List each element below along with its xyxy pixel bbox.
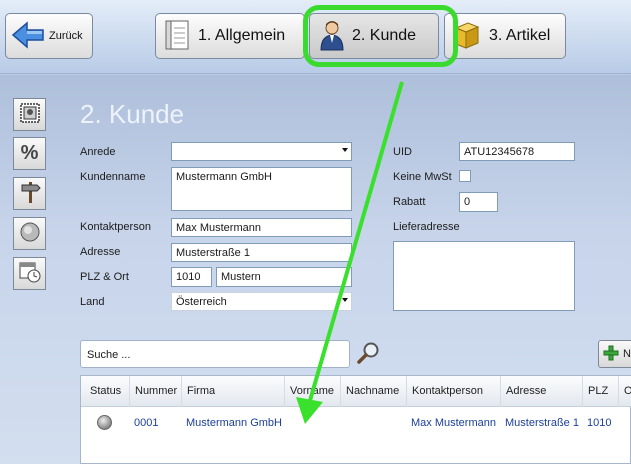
anrede-select[interactable]: [171, 142, 352, 161]
new-button-label: N: [623, 348, 631, 360]
column-header-nachname[interactable]: Nachname: [340, 376, 406, 407]
document-icon: [164, 19, 190, 54]
search-input[interactable]: Suche ...: [80, 340, 350, 368]
sidebar-stamp-button[interactable]: [13, 98, 46, 131]
anrede-label: Anrede: [80, 146, 116, 158]
plus-icon: [603, 345, 619, 364]
back-button-label: Zurück: [49, 30, 83, 42]
cell-nachname: [340, 408, 345, 438]
uid-label: UID: [393, 146, 412, 158]
kontaktperson-value: Max Mustermann: [176, 222, 261, 234]
cell-firma: Mustermann GmbH: [186, 417, 282, 429]
cell-ort: [618, 408, 623, 438]
tab-allgemein[interactable]: 1. Allgemein: [155, 13, 305, 59]
kundenname-label: Kundenname: [80, 171, 146, 183]
rabatt-value: 0: [464, 196, 471, 208]
table-header: Status Nummer Firma Vorname Nachname Kon…: [81, 376, 631, 407]
uid-value: ATU12345678: [464, 146, 535, 158]
sidebar-signpost-button[interactable]: [13, 177, 46, 210]
plz-field[interactable]: 1010: [171, 267, 212, 287]
main-panel: % 2. Kunde Anrede Kundenname Mustermann …: [0, 75, 631, 464]
column-header-plz[interactable]: PLZ: [582, 376, 618, 407]
column-header-ort[interactable]: O: [618, 376, 631, 407]
sidebar-calendar-clock-button[interactable]: [13, 257, 46, 290]
cell-adresse: Musterstraße 1: [505, 417, 579, 429]
active-tab-highlight: [303, 5, 458, 67]
table-row[interactable]: 0001 Mustermann GmbH Max Mustermann Must…: [81, 408, 631, 438]
plz-ort-label: PLZ & Ort: [80, 271, 129, 283]
land-value: Österreich: [176, 296, 227, 308]
lieferadresse-label: Lieferadresse: [393, 221, 460, 233]
sidebar-percent-button[interactable]: %: [13, 137, 46, 170]
globe-icon: [19, 221, 41, 246]
chevron-down-icon: [342, 148, 348, 152]
signpost-icon: [19, 180, 41, 207]
tab-allgemein-label: 1. Allgemein: [198, 27, 286, 44]
search-icon[interactable]: [356, 341, 382, 368]
rabatt-label: Rabatt: [393, 196, 426, 208]
chevron-down-icon: [342, 298, 348, 302]
rabatt-field[interactable]: 0: [459, 192, 498, 212]
column-header-vorname[interactable]: Vorname: [284, 376, 340, 407]
kundenname-value: Mustermann GmbH: [176, 171, 272, 183]
adresse-value: Musterstraße 1: [176, 247, 250, 259]
keine-mwst-checkbox[interactable]: [459, 170, 471, 182]
tab-artikel-label: 3. Artikel: [489, 27, 551, 44]
ort-value: Mustern: [221, 271, 261, 283]
tab-artikel[interactable]: 3. Artikel: [444, 13, 566, 59]
sidebar-globe-button[interactable]: [13, 217, 46, 250]
top-toolbar: Zurück 1. Allgemein 2. Kunde 3. Artikel: [0, 0, 631, 74]
column-header-nummer[interactable]: Nummer: [129, 376, 181, 407]
page-title: 2. Kunde: [80, 99, 185, 129]
status-indicator-icon: [97, 415, 112, 430]
search-placeholder: Suche ...: [87, 349, 131, 361]
plz-value: 1010: [176, 271, 201, 283]
kundenname-field[interactable]: Mustermann GmbH: [171, 167, 352, 211]
adresse-field[interactable]: Musterstraße 1: [171, 243, 352, 262]
calendar-clock-icon: [18, 260, 42, 287]
cell-plz: 1010: [587, 417, 612, 429]
back-arrow-icon: [11, 20, 45, 52]
keine-mwst-label: Keine MwSt: [393, 171, 452, 183]
kontaktperson-field[interactable]: Max Mustermann: [171, 218, 352, 237]
ort-field[interactable]: Mustern: [216, 267, 352, 287]
kontaktperson-label: Kontaktperson: [80, 221, 151, 233]
back-button[interactable]: Zurück: [5, 13, 93, 59]
customer-table: Status Nummer Firma Vorname Nachname Kon…: [80, 375, 631, 464]
cell-kontaktperson: Max Mustermann: [411, 417, 496, 429]
stamp-icon: [19, 102, 41, 127]
column-header-adresse[interactable]: Adresse: [500, 376, 582, 407]
lieferadresse-field[interactable]: [393, 241, 575, 311]
uid-field[interactable]: ATU12345678: [459, 142, 575, 161]
column-header-firma[interactable]: Firma: [181, 376, 284, 407]
column-header-status[interactable]: Status: [81, 376, 129, 407]
cell-nummer: 0001: [134, 417, 159, 429]
percent-icon: %: [20, 142, 39, 164]
cell-vorname: [284, 408, 289, 438]
land-select[interactable]: Österreich: [171, 292, 352, 311]
land-label: Land: [80, 296, 105, 308]
adresse-label: Adresse: [80, 246, 121, 258]
column-header-kontaktperson[interactable]: Kontaktperson: [406, 376, 500, 407]
new-button[interactable]: N: [598, 340, 631, 368]
